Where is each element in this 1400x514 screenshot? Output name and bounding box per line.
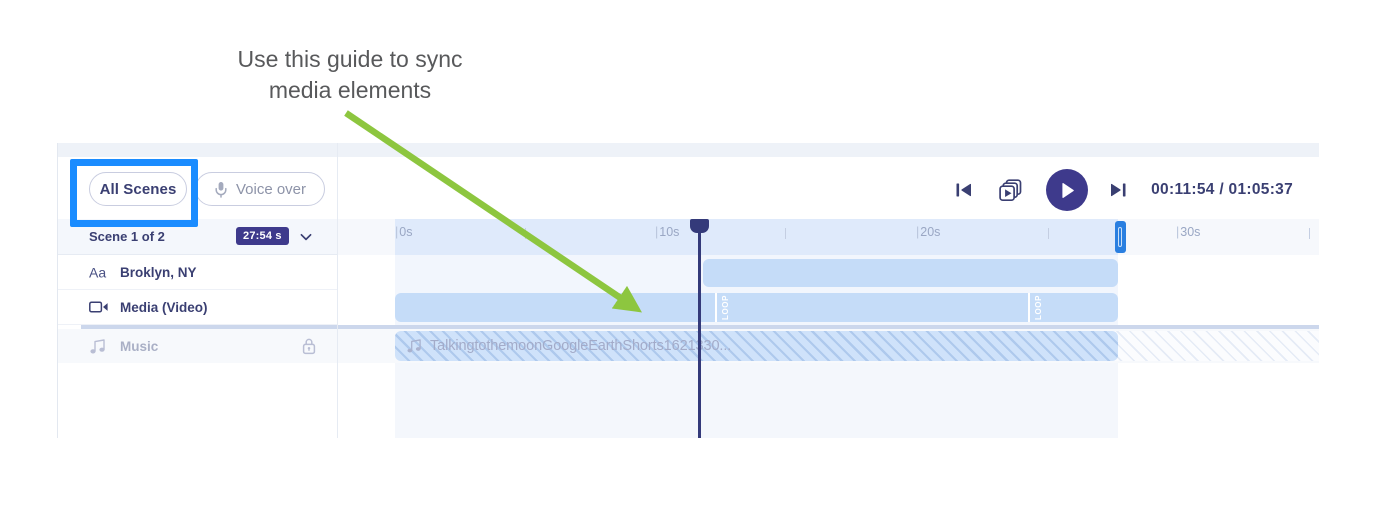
clip-media[interactable]: LOOP LOOP: [395, 293, 1118, 322]
track-empty-area: [58, 439, 337, 514]
track-band-below: [395, 363, 1118, 438]
panel-top-strip: [58, 143, 1319, 157]
ruler-minor-tick: [525, 228, 526, 239]
track-name-music: Music: [120, 338, 159, 354]
video-camera-icon: [89, 300, 111, 314]
time-display: 00:11:54 / 01:05:37: [1151, 181, 1293, 198]
music-note-icon: [89, 338, 111, 354]
track-row-text[interactable]: Aa Broklyn, NY: [58, 255, 337, 290]
ruler-tick-10: |10s: [655, 225, 680, 239]
timeline-panel: All Scenes Voice over 00:11:54 / 01:05:3…: [57, 143, 1319, 514]
track-header-column: Scene 1 of 2 27:54 s Aa Broklyn, NY Medi…: [58, 219, 337, 514]
timeline-toolbar: All Scenes Voice over 00:11:54 / 01:05:3…: [58, 157, 1319, 219]
microphone-icon: [214, 181, 228, 198]
track-name-text: Broklyn, NY: [120, 264, 197, 280]
ruler-minor-tick: [1309, 228, 1310, 239]
svg-text:Aa: Aa: [89, 265, 106, 280]
timeline-tracks-area[interactable]: |0s |10s |20s |30s LOOP LOOP Talkingtoth…: [338, 219, 1319, 438]
loop-marker: LOOP: [1028, 293, 1048, 322]
clip-music[interactable]: TalkingtothemoonGoogleEarthShorts1621330…: [395, 331, 1118, 361]
highlight-box-all-scenes: [70, 159, 198, 227]
skip-back-icon[interactable]: [943, 169, 985, 211]
scene-duration-badge: 27:54 s: [236, 227, 289, 245]
preview-scenes-icon[interactable]: [985, 169, 1037, 211]
ruler-tick-30: |30s: [1176, 225, 1201, 239]
music-note-icon: [406, 339, 423, 353]
timeline-ruler[interactable]: |0s |10s |20s |30s: [338, 219, 1319, 255]
ruler-tick-0: |0s: [395, 225, 413, 239]
voice-over-button[interactable]: Voice over: [195, 172, 325, 206]
scene-end-handle[interactable]: [1115, 221, 1126, 253]
lock-icon[interactable]: [301, 337, 317, 355]
playback-controls: 00:11:54 / 01:05:37: [943, 169, 1293, 211]
loop-label: LOOP: [1034, 294, 1044, 321]
play-button[interactable]: [1046, 169, 1089, 211]
annotation-text: Use this guide to sync media elements: [237, 46, 463, 103]
scene-label: Scene 1 of 2: [89, 229, 165, 244]
ruler-minor-tick: [785, 228, 786, 239]
chevron-down-icon[interactable]: [298, 229, 314, 245]
loop-label: LOOP: [721, 294, 731, 321]
skip-forward-icon[interactable]: [1097, 169, 1139, 211]
track-row-music[interactable]: Music: [58, 329, 337, 363]
voice-over-label: Voice over: [235, 180, 307, 198]
clip-text[interactable]: [703, 259, 1118, 287]
text-aa-icon: Aa: [89, 265, 111, 280]
track-name-media: Media (Video): [120, 299, 208, 315]
ruler-tick-20: |20s: [916, 225, 941, 239]
track-row-media[interactable]: Media (Video): [58, 290, 337, 325]
playhead-knob[interactable]: [690, 219, 709, 233]
ruler-minor-tick: [1048, 228, 1049, 239]
loop-marker: LOOP: [715, 293, 735, 322]
clip-music-label: TalkingtothemoonGoogleEarthShorts1621330…: [430, 338, 732, 354]
playhead-guide[interactable]: [690, 219, 709, 438]
ruler-scene-range: [395, 219, 1118, 255]
